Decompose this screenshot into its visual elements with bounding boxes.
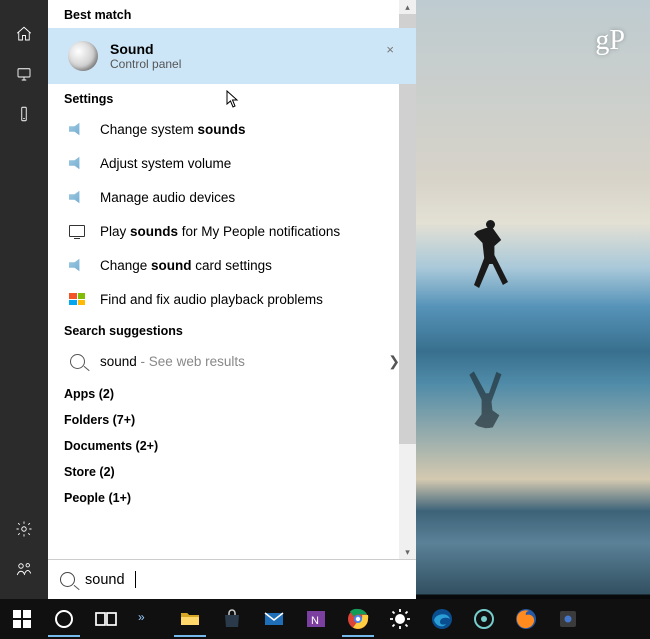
svg-text:»: » [138, 610, 145, 624]
edge-icon[interactable] [422, 600, 462, 638]
settings-result[interactable]: Manage audio devices [48, 180, 416, 214]
search-text-value: sound [85, 572, 125, 588]
speaker-icon [69, 156, 85, 170]
result-category[interactable]: Store (2) [48, 456, 416, 482]
result-label: Play sounds for My People notifications [100, 223, 400, 240]
device-tower-icon[interactable] [0, 94, 48, 134]
troubleshoot-icon [69, 293, 85, 305]
start-button[interactable] [2, 600, 42, 638]
best-match-subtitle: Control panel [110, 57, 181, 71]
svg-text:N: N [311, 615, 319, 627]
suggestion-aux: - See web results [137, 354, 245, 369]
computer-icon[interactable] [0, 54, 48, 94]
settings-result[interactable]: Play sounds for My People notifications [48, 214, 416, 248]
cortana-button[interactable] [44, 600, 84, 638]
text-caret [135, 571, 136, 588]
result-category[interactable]: People (1+) [48, 482, 416, 508]
section-suggestions: Search suggestions [48, 316, 416, 344]
suggestion-term: sound [100, 354, 137, 369]
store-icon[interactable] [212, 600, 252, 638]
section-best-match: Best match [48, 0, 416, 28]
taskbar: » N [0, 599, 650, 639]
result-label: Find and fix audio playback problems [100, 291, 400, 308]
firefox-icon[interactable] [506, 600, 546, 638]
best-match-item[interactable]: Sound Control panel × [48, 28, 416, 84]
settings-result[interactable]: Change system sounds [48, 112, 416, 146]
section-settings: Settings [48, 84, 416, 112]
speaker-icon [69, 190, 85, 204]
settings-result[interactable]: Adjust system volume [48, 146, 416, 180]
onenote-icon[interactable]: N [296, 600, 336, 638]
chrome-icon[interactable] [338, 600, 378, 638]
search-icon [70, 354, 85, 369]
settings-gear-icon[interactable] [0, 509, 48, 549]
result-category[interactable]: Documents (2+) [48, 430, 416, 456]
result-label: Manage audio devices [100, 189, 400, 206]
result-label: Change system sounds [100, 121, 400, 138]
weather-icon[interactable] [380, 600, 420, 638]
mail-icon[interactable] [254, 600, 294, 638]
file-explorer-icon[interactable] [170, 600, 210, 638]
wallpaper-runner-silhouette [474, 220, 508, 290]
scroll-down-arrow[interactable]: ▾ [399, 545, 416, 559]
music-icon[interactable] [464, 600, 504, 638]
settings-result[interactable]: Find and fix audio playback problems [48, 282, 416, 316]
scroll-up-arrow[interactable]: ▴ [399, 0, 416, 14]
search-icon [60, 572, 75, 587]
home-icon[interactable] [0, 14, 48, 54]
best-match-title: Sound [110, 41, 181, 57]
taskbar-app-generic[interactable] [548, 600, 588, 638]
close-icon[interactable]: × [386, 42, 394, 57]
result-category[interactable]: Apps (2) [48, 378, 416, 404]
feedback-icon[interactable] [0, 549, 48, 589]
result-label: Adjust system volume [100, 155, 400, 172]
taskbar-overflow[interactable]: » [128, 600, 168, 638]
speaker-icon [69, 122, 85, 136]
result-category[interactable]: Folders (7+) [48, 404, 416, 430]
wallpaper-runner-reflection [469, 368, 507, 429]
search-results: ▴ ▾ Best match Sound Control panel × Set… [48, 0, 416, 559]
start-search-panel: ▴ ▾ Best match Sound Control panel × Set… [48, 0, 416, 599]
sound-control-panel-icon [68, 41, 98, 71]
search-suggestion[interactable]: sound - See web results ❯ [48, 344, 416, 378]
watermark-logo: gP [595, 25, 625, 57]
task-view-button[interactable] [86, 600, 126, 638]
start-left-rail [0, 0, 48, 599]
search-box[interactable]: sound [48, 559, 416, 599]
monitor-icon [69, 225, 85, 237]
speaker-icon [69, 258, 85, 272]
settings-result[interactable]: Change sound card settings [48, 248, 416, 282]
result-label: Change sound card settings [100, 257, 400, 274]
